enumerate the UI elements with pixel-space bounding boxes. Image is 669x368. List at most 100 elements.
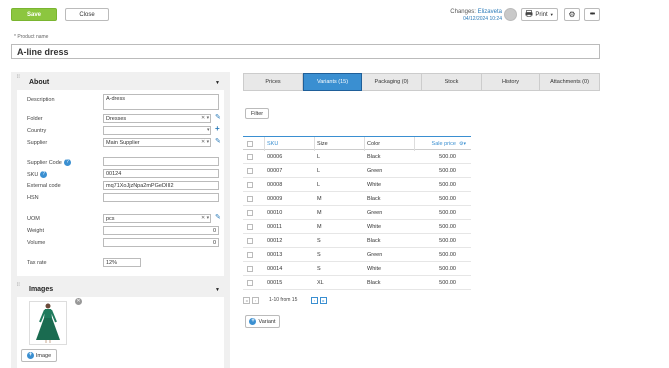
description-field[interactable]: A-dress: [103, 94, 219, 110]
tab-attachments[interactable]: Attachments (0): [540, 73, 600, 91]
changes-info: Changes: Elizaveta 04/12/2024 10:24: [440, 9, 502, 23]
column-header-sale-price[interactable]: Sale price: [414, 137, 458, 151]
add-variant-button[interactable]: + Variant: [245, 315, 280, 328]
table-row[interactable]: 00012 S Black 500.00: [243, 234, 471, 248]
pencil-icon[interactable]: ✎: [215, 113, 221, 121]
product-name-label: * Product name: [14, 34, 49, 40]
close-button[interactable]: Close: [65, 8, 109, 21]
row-checkbox[interactable]: [247, 154, 253, 160]
cell-color: Green: [367, 252, 383, 258]
tab-history[interactable]: History: [482, 73, 540, 91]
cell-sku: 00015: [267, 280, 283, 286]
about-section-header[interactable]: About ▼: [11, 76, 230, 89]
tab-packaging[interactable]: Packaging (0): [362, 73, 422, 91]
product-name-input[interactable]: A-line dress: [11, 44, 600, 59]
column-header-sku[interactable]: SKU: [264, 137, 314, 151]
table-row[interactable]: 00013 S Green 500.00: [243, 248, 471, 262]
select-all-checkbox[interactable]: [247, 141, 253, 147]
row-checkbox[interactable]: [247, 182, 253, 188]
cell-color: Black: [367, 154, 381, 160]
cell-sku: 00011: [267, 224, 282, 230]
folder-label: Folder: [27, 116, 43, 122]
about-title: About: [29, 79, 50, 86]
row-checkbox[interactable]: [247, 280, 253, 286]
tab-prices[interactable]: Prices: [243, 73, 303, 91]
hsn-field[interactable]: [103, 193, 219, 202]
pencil-icon[interactable]: ✎: [215, 137, 221, 145]
supplier-code-field[interactable]: [103, 157, 219, 166]
table-row[interactable]: 00011 M White 500.00: [243, 220, 471, 234]
images-section-header[interactable]: Images ▼: [11, 283, 230, 296]
prev-page-button[interactable]: ‹: [252, 297, 259, 304]
product-image[interactable]: [29, 301, 67, 345]
tax-rate-field[interactable]: 12%: [103, 258, 141, 267]
table-row[interactable]: 00009 M Black 500.00: [243, 192, 471, 206]
supplier-select[interactable]: Main Supplier: [103, 138, 211, 147]
tab-stock[interactable]: Stock: [422, 73, 482, 91]
help-icon[interactable]: ?: [40, 171, 48, 178]
clear-x-icon[interactable]: ✕ ▾: [201, 215, 209, 221]
external-code-field[interactable]: mq71XoJjzNpa2mPGeDIII2: [103, 181, 219, 190]
cell-size: M: [317, 224, 322, 230]
top-toolbar: Save Close Changes: Elizaveta 04/12/2024…: [0, 0, 669, 30]
print-button[interactable]: Print ▼: [521, 8, 558, 21]
settings-button[interactable]: ⚙: [564, 8, 580, 21]
volume-field[interactable]: 0: [103, 238, 219, 247]
cell-color: Green: [367, 210, 383, 216]
uom-select[interactable]: pcs: [103, 214, 211, 223]
add-image-button[interactable]: + Image: [21, 349, 57, 362]
cell-sale-price: 500.00: [439, 238, 456, 244]
changes-time: 04/12/2024 10:24: [463, 16, 502, 22]
row-checkbox[interactable]: [247, 196, 253, 202]
caret-down-icon[interactable]: ▼: [215, 287, 220, 293]
cell-size: S: [317, 238, 321, 244]
weight-field[interactable]: 0: [103, 226, 219, 235]
cell-sku: 00006: [267, 154, 283, 160]
prev-page-first-button[interactable]: ◂: [243, 297, 250, 304]
row-checkbox[interactable]: [247, 252, 253, 258]
sku-field[interactable]: 00124: [103, 169, 219, 178]
more-icon: •••: [589, 11, 595, 18]
table-row[interactable]: 00008 L White 500.00: [243, 178, 471, 192]
last-page-button[interactable]: ▸: [320, 297, 327, 304]
changes-user-link[interactable]: Elizaveta: [478, 9, 502, 15]
filter-button[interactable]: Filter: [245, 108, 269, 119]
row-checkbox[interactable]: [247, 224, 253, 230]
row-checkbox[interactable]: [247, 210, 253, 216]
column-settings-icon[interactable]: ⚙▾: [459, 141, 466, 147]
country-label: Country: [27, 128, 47, 134]
plus-icon[interactable]: +: [215, 124, 220, 133]
cell-sale-price: 500.00: [439, 252, 456, 258]
table-row[interactable]: 00010 M Green 500.00: [243, 206, 471, 220]
table-row[interactable]: 00014 S White 500.00: [243, 262, 471, 276]
row-checkbox[interactable]: [247, 238, 253, 244]
row-checkbox[interactable]: [247, 168, 253, 174]
column-header-color[interactable]: Color: [364, 137, 414, 151]
remove-image-icon[interactable]: ✕: [75, 298, 82, 305]
country-select[interactable]: [103, 126, 211, 135]
left-panel: ⁞⁞ About ▼ Description A-dress Folder Dr…: [11, 72, 230, 368]
cell-color: Black: [367, 238, 381, 244]
next-page-button[interactable]: ›: [311, 297, 318, 304]
cell-size: L: [317, 154, 321, 160]
tab-variants[interactable]: Variants (15): [303, 73, 362, 91]
chevron-down-icon[interactable]: ▾: [207, 127, 210, 133]
table-row[interactable]: 00006 L Black 500.00: [243, 150, 471, 164]
help-icon[interactable]: ?: [63, 159, 71, 166]
column-header-size[interactable]: Size: [314, 137, 364, 151]
row-checkbox[interactable]: [247, 266, 253, 272]
more-button[interactable]: •••: [584, 8, 600, 21]
table-row[interactable]: 00007 L Green 500.00: [243, 164, 471, 178]
folder-select[interactable]: Dresses: [103, 114, 211, 123]
avatar[interactable]: [504, 8, 517, 21]
print-label: Print: [535, 11, 548, 18]
clear-x-icon[interactable]: ✕ ▾: [201, 139, 209, 145]
cell-sku: 00008: [267, 182, 283, 188]
pencil-icon[interactable]: ✎: [215, 213, 221, 221]
clear-x-icon[interactable]: ✕ ▾: [201, 115, 209, 121]
cell-color: White: [367, 266, 382, 272]
caret-down-icon[interactable]: ▼: [215, 80, 220, 86]
gear-icon: ⚙: [568, 10, 576, 19]
save-button[interactable]: Save: [11, 8, 57, 21]
table-row[interactable]: 00015 XL Black 500.00: [243, 276, 471, 290]
